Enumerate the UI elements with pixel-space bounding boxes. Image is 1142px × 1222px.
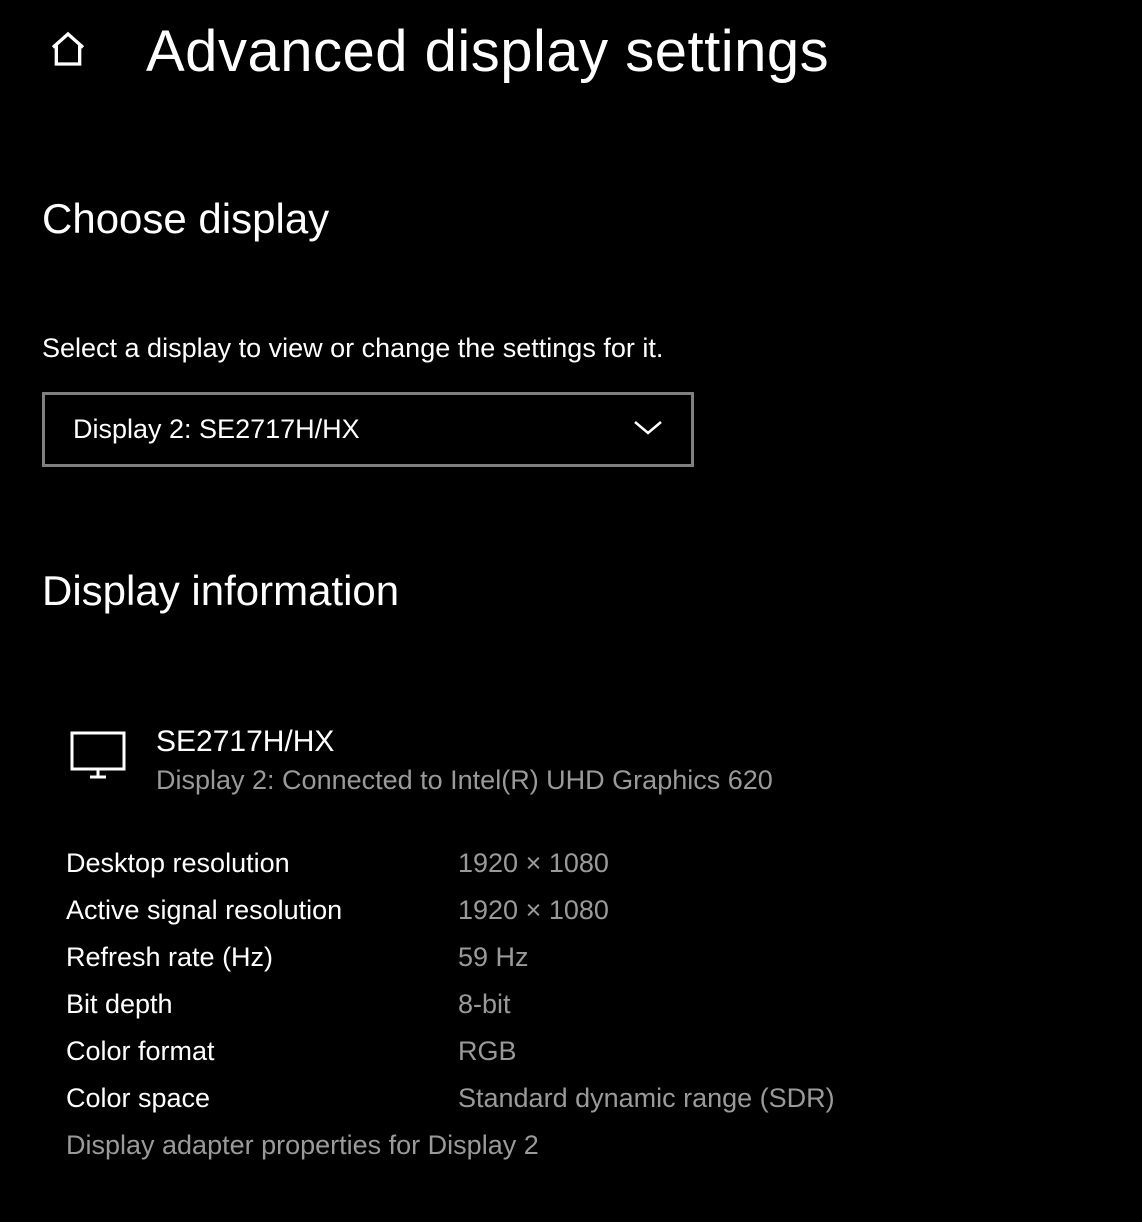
display-info-table: Desktop resolution 1920 × 1080 Active si… <box>42 848 1100 1114</box>
table-row: Color space Standard dynamic range (SDR) <box>66 1083 1100 1114</box>
table-row: Desktop resolution 1920 × 1080 <box>66 848 1100 879</box>
row-key: Active signal resolution <box>66 895 458 926</box>
home-icon[interactable] <box>48 29 88 74</box>
row-key: Color space <box>66 1083 458 1114</box>
row-value: 1920 × 1080 <box>458 848 609 879</box>
monitor-icon <box>70 725 126 784</box>
row-value: 59 Hz <box>458 942 529 973</box>
row-key: Desktop resolution <box>66 848 458 879</box>
row-key: Color format <box>66 1036 458 1067</box>
row-value: 1920 × 1080 <box>458 895 609 926</box>
display-select-value: Display 2: SE2717H/HX <box>73 414 360 445</box>
choose-display-instruction: Select a display to view or change the s… <box>42 333 1100 364</box>
page-title: Advanced display settings <box>146 18 829 85</box>
table-row: Active signal resolution 1920 × 1080 <box>66 895 1100 926</box>
display-information-heading: Display information <box>42 567 1100 615</box>
row-key: Refresh rate (Hz) <box>66 942 458 973</box>
choose-display-heading: Choose display <box>42 195 1100 243</box>
row-key: Bit depth <box>66 989 458 1020</box>
row-value: RGB <box>458 1036 517 1067</box>
table-row: Color format RGB <box>66 1036 1100 1067</box>
row-value: 8-bit <box>458 989 511 1020</box>
display-adapter-properties-link[interactable]: Display adapter properties for Display 2 <box>42 1130 1100 1161</box>
display-select-dropdown[interactable]: Display 2: SE2717H/HX <box>42 392 694 467</box>
table-row: Bit depth 8-bit <box>66 989 1100 1020</box>
table-row: Refresh rate (Hz) 59 Hz <box>66 942 1100 973</box>
device-name: SE2717H/HX <box>156 725 773 759</box>
device-connection: Display 2: Connected to Intel(R) UHD Gra… <box>156 765 773 796</box>
row-value: Standard dynamic range (SDR) <box>458 1083 835 1114</box>
chevron-down-icon <box>633 418 663 441</box>
